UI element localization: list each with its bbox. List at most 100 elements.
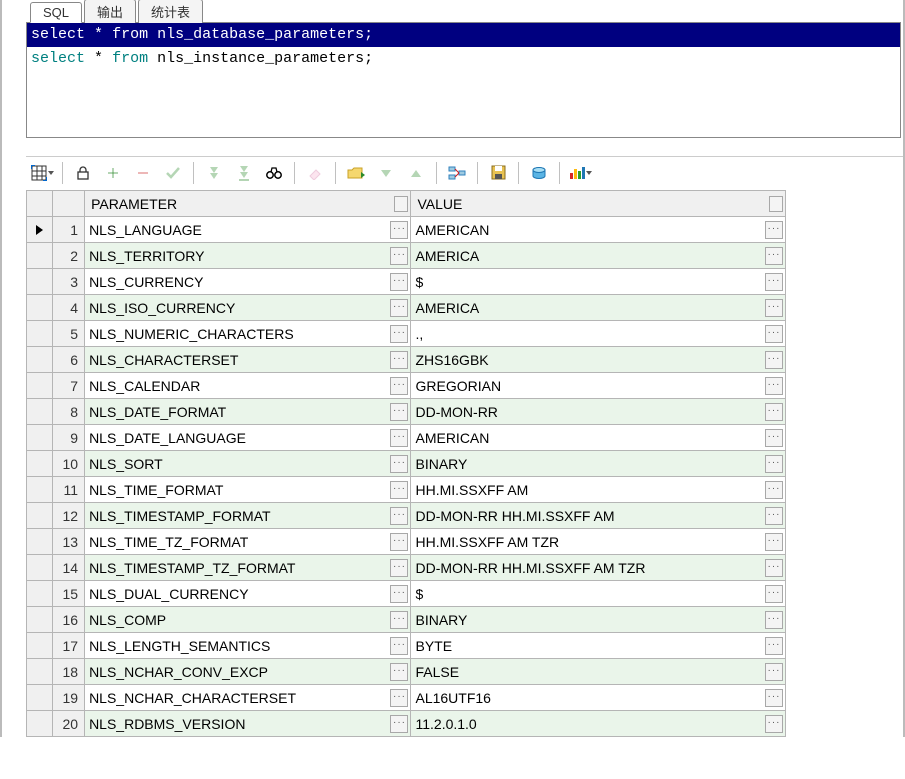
table-row[interactable]: 9NLS_DATE_LANGUAGE···AMERICAN··· [27,425,786,451]
table-row[interactable]: 17NLS_LENGTH_SEMANTICS···BYTE··· [27,633,786,659]
grid-options-button[interactable] [28,160,56,186]
cell-parameter[interactable]: NLS_RDBMS_VERSION··· [85,711,411,737]
tab-sql[interactable]: SQL [30,2,82,23]
cell-parameter[interactable]: NLS_LANGUAGE··· [85,217,411,243]
table-row[interactable]: 6NLS_CHARACTERSET···ZHS16GBK··· [27,347,786,373]
cell-parameter[interactable]: NLS_TERRITORY··· [85,243,411,269]
table-row[interactable]: 8NLS_DATE_FORMAT···DD-MON-RR··· [27,399,786,425]
cell-parameter[interactable]: NLS_LENGTH_SEMANTICS··· [85,633,411,659]
row-marker[interactable] [27,321,53,347]
row-marker[interactable] [27,633,53,659]
table-row[interactable]: 13NLS_TIME_TZ_FORMAT···HH.MI.SSXFF AM TZ… [27,529,786,555]
refresh-button[interactable] [525,160,553,186]
cell-value[interactable]: FALSE··· [411,659,786,685]
cell-parameter[interactable]: NLS_NCHAR_CONV_EXCP··· [85,659,411,685]
table-row[interactable]: 10NLS_SORT···BINARY··· [27,451,786,477]
table-row[interactable]: 16NLS_COMP···BINARY··· [27,607,786,633]
cell-value[interactable]: ZHS16GBK··· [411,347,786,373]
cell-editor-button[interactable]: ··· [765,507,783,525]
query-by-example-button[interactable] [342,160,370,186]
cell-editor-button[interactable]: ··· [390,247,408,265]
row-marker[interactable] [27,295,53,321]
cell-editor-button[interactable]: ··· [390,689,408,707]
cell-value[interactable]: $··· [411,581,786,607]
cell-editor-button[interactable]: ··· [390,351,408,369]
cell-editor-button[interactable]: ··· [390,299,408,317]
cell-value[interactable]: HH.MI.SSXFF AM TZR··· [411,529,786,555]
row-marker[interactable] [27,503,53,529]
cell-value[interactable]: DD-MON-RR··· [411,399,786,425]
cell-value[interactable]: AMERICAN··· [411,425,786,451]
cell-value[interactable]: BYTE··· [411,633,786,659]
cell-editor-button[interactable]: ··· [765,481,783,499]
sql-line-1[interactable]: select * from nls_database_parameters; [27,23,900,47]
grid-header-rownum[interactable] [53,191,85,217]
chart-button[interactable] [566,160,594,186]
row-marker[interactable] [27,607,53,633]
nav-down-button[interactable] [372,160,400,186]
cell-value[interactable]: AMERICAN··· [411,217,786,243]
column-resize-handle[interactable] [394,196,408,212]
row-marker[interactable] [27,373,53,399]
cell-parameter[interactable]: NLS_CURRENCY··· [85,269,411,295]
table-row[interactable]: 3NLS_CURRENCY···$··· [27,269,786,295]
fetch-next-button[interactable] [200,160,228,186]
cell-editor-button[interactable]: ··· [765,611,783,629]
linked-query-button[interactable] [443,160,471,186]
cell-parameter[interactable]: NLS_DATE_FORMAT··· [85,399,411,425]
cell-editor-button[interactable]: ··· [390,377,408,395]
row-marker[interactable] [27,529,53,555]
table-row[interactable]: 4NLS_ISO_CURRENCY···AMERICA··· [27,295,786,321]
row-marker[interactable] [27,581,53,607]
row-marker[interactable] [27,451,53,477]
cell-parameter[interactable]: NLS_TIMESTAMP_FORMAT··· [85,503,411,529]
row-marker[interactable] [27,425,53,451]
cell-parameter[interactable]: NLS_CHARACTERSET··· [85,347,411,373]
row-marker[interactable] [27,555,53,581]
cell-editor-button[interactable]: ··· [390,533,408,551]
row-marker[interactable] [27,243,53,269]
row-marker[interactable] [27,269,53,295]
cell-parameter[interactable]: NLS_NUMERIC_CHARACTERS··· [85,321,411,347]
table-row[interactable]: 18NLS_NCHAR_CONV_EXCP···FALSE··· [27,659,786,685]
cell-value[interactable]: AL16UTF16··· [411,685,786,711]
table-row[interactable]: 7NLS_CALENDAR···GREGORIAN··· [27,373,786,399]
cell-editor-button[interactable]: ··· [390,663,408,681]
cell-editor-button[interactable]: ··· [765,533,783,551]
cell-editor-button[interactable]: ··· [390,221,408,239]
table-row[interactable]: 12NLS_TIMESTAMP_FORMAT···DD-MON-RR HH.MI… [27,503,786,529]
table-row[interactable]: 5NLS_NUMERIC_CHARACTERS···.,··· [27,321,786,347]
cell-editor-button[interactable]: ··· [390,637,408,655]
cell-parameter[interactable]: NLS_COMP··· [85,607,411,633]
cell-editor-button[interactable]: ··· [390,585,408,603]
cell-parameter[interactable]: NLS_SORT··· [85,451,411,477]
row-marker[interactable] [27,685,53,711]
cell-value[interactable]: DD-MON-RR HH.MI.SSXFF AM··· [411,503,786,529]
sql-line-2[interactable]: select * from nls_instance_parameters; [27,47,900,71]
cell-editor-button[interactable]: ··· [765,325,783,343]
cell-editor-button[interactable]: ··· [765,689,783,707]
find-button[interactable] [260,160,288,186]
cell-editor-button[interactable]: ··· [765,247,783,265]
cell-editor-button[interactable]: ··· [765,455,783,473]
cell-parameter[interactable]: NLS_TIMESTAMP_TZ_FORMAT··· [85,555,411,581]
table-row[interactable]: 15NLS_DUAL_CURRENCY···$··· [27,581,786,607]
cell-value[interactable]: BINARY··· [411,607,786,633]
cell-value[interactable]: AMERICA··· [411,243,786,269]
cell-editor-button[interactable]: ··· [765,559,783,577]
cell-editor-button[interactable]: ··· [390,273,408,291]
cell-parameter[interactable]: NLS_TIME_FORMAT··· [85,477,411,503]
cell-editor-button[interactable]: ··· [765,585,783,603]
table-row[interactable]: 19NLS_NCHAR_CHARACTERSET···AL16UTF16··· [27,685,786,711]
cell-value[interactable]: $··· [411,269,786,295]
cell-value[interactable]: HH.MI.SSXFF AM··· [411,477,786,503]
cell-value[interactable]: DD-MON-RR HH.MI.SSXFF AM TZR··· [411,555,786,581]
cell-value[interactable]: AMERICA··· [411,295,786,321]
cell-parameter[interactable]: NLS_DUAL_CURRENCY··· [85,581,411,607]
cell-editor-button[interactable]: ··· [390,403,408,421]
row-marker[interactable] [27,217,53,243]
cell-editor-button[interactable]: ··· [390,429,408,447]
row-marker[interactable] [27,477,53,503]
sql-editor[interactable]: select * from nls_database_parameters; s… [26,22,901,138]
commit-button[interactable] [159,160,187,186]
